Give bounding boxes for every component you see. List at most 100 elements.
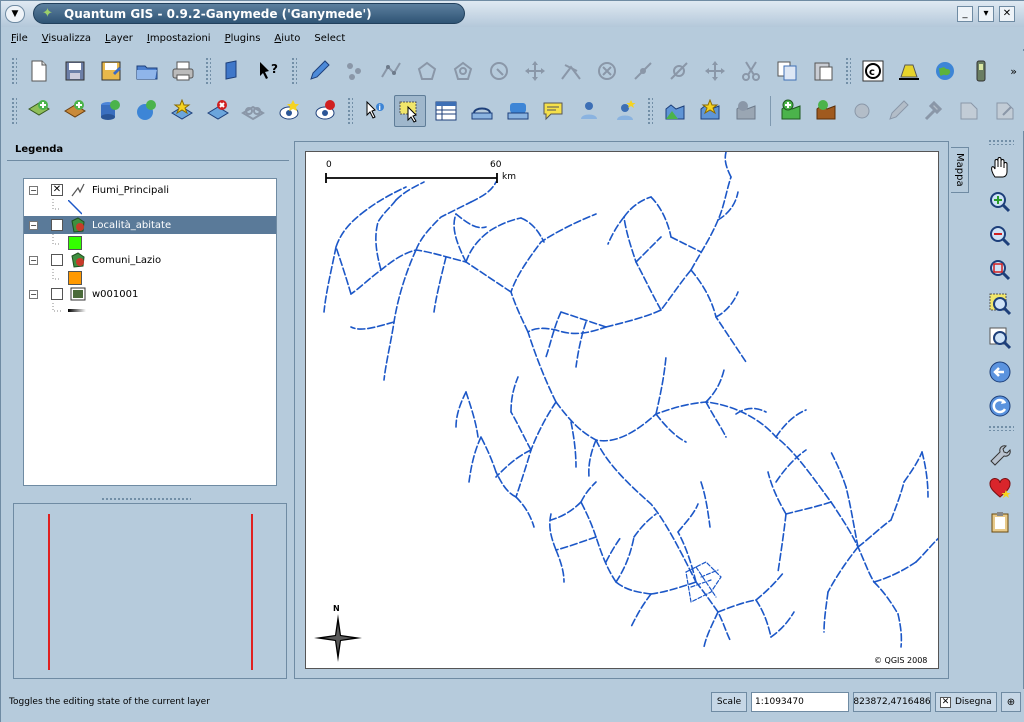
title-pill[interactable]: ✦ Quantum GIS - 0.9.2-Ganymede ('Ganymed… bbox=[33, 3, 465, 24]
maximize-button[interactable]: ▾ bbox=[978, 6, 994, 22]
save-icon bbox=[65, 61, 85, 81]
zoom-selection-button[interactable] bbox=[983, 287, 1017, 321]
close-button[interactable]: ✕ bbox=[999, 6, 1015, 22]
identify-features-button[interactable]: i bbox=[359, 95, 391, 127]
menu-select[interactable]: Select bbox=[314, 33, 345, 44]
map-tips-button[interactable] bbox=[537, 95, 569, 127]
menu-impostazioni[interactable]: Impostazioni bbox=[147, 33, 211, 44]
add-island-button[interactable] bbox=[483, 55, 515, 87]
back-arrow-icon bbox=[989, 361, 1011, 383]
overview-tool-7-button[interactable] bbox=[989, 95, 1021, 127]
print-button[interactable] bbox=[167, 55, 199, 87]
add-raster-layer-button[interactable] bbox=[59, 95, 91, 127]
render-checkbox[interactable]: ✕ bbox=[940, 696, 951, 708]
move-feature-button[interactable] bbox=[519, 55, 551, 87]
toolbar-grip[interactable] bbox=[205, 57, 211, 85]
overview-tool-3-button[interactable] bbox=[846, 95, 878, 127]
overview-tool-4-button[interactable] bbox=[882, 95, 914, 127]
show-bookmarks-button[interactable] bbox=[609, 95, 641, 127]
add-all-overview-button[interactable] bbox=[811, 95, 843, 127]
toolbar-grip[interactable] bbox=[845, 57, 851, 85]
panel-splitter-handle[interactable] bbox=[101, 497, 191, 501]
toolbar-grip[interactable] bbox=[291, 57, 297, 85]
zoom-in-button[interactable] bbox=[983, 185, 1017, 219]
toolbar-grip[interactable] bbox=[646, 97, 653, 125]
select-features-button[interactable] bbox=[394, 95, 427, 127]
map-canvas[interactable]: 0 60 km N © QGIS 2008 bbox=[305, 151, 939, 669]
new-bookmark-button[interactable] bbox=[573, 95, 605, 127]
clipboard-button[interactable] bbox=[983, 505, 1017, 539]
add-vector-layer-button[interactable] bbox=[23, 95, 55, 127]
menu-visualizza[interactable]: Visualizza bbox=[42, 33, 91, 44]
menu-plugins[interactable]: Plugins bbox=[225, 33, 261, 44]
paste-features-button[interactable] bbox=[807, 55, 839, 87]
menu-aiuto[interactable]: Aiuto bbox=[274, 33, 300, 44]
new-layer-feature-button[interactable] bbox=[694, 95, 726, 127]
scale-input[interactable] bbox=[751, 692, 849, 712]
add-postgis-layer-button[interactable] bbox=[94, 95, 126, 127]
new-project-button[interactable] bbox=[23, 55, 55, 87]
favourites-button[interactable] bbox=[983, 471, 1017, 505]
copy-features-button[interactable] bbox=[771, 55, 803, 87]
measure-line-button[interactable] bbox=[466, 95, 498, 127]
add-vertex-button[interactable] bbox=[627, 55, 659, 87]
toolbar-grip[interactable] bbox=[988, 139, 1014, 145]
capture-polygon-button[interactable] bbox=[411, 55, 443, 87]
scale-bar-icon bbox=[899, 64, 919, 80]
remove-feature-button[interactable] bbox=[730, 95, 762, 127]
hide-layer-button[interactable] bbox=[309, 95, 341, 127]
vector-tool-button[interactable] bbox=[659, 95, 691, 127]
toolbar-grip[interactable] bbox=[11, 57, 17, 85]
copyright-label-button[interactable]: c bbox=[857, 55, 889, 87]
add-wms-layer-button[interactable] bbox=[130, 95, 162, 127]
render-toggle[interactable]: ✕ Disegna bbox=[935, 692, 997, 712]
overview-map[interactable] bbox=[13, 503, 287, 679]
add-wms-button[interactable] bbox=[929, 55, 961, 87]
move-vertex-button[interactable] bbox=[699, 55, 731, 87]
legend-tab[interactable]: Legenda bbox=[7, 141, 257, 161]
remove-layer-button[interactable] bbox=[202, 95, 234, 127]
capture-line-button[interactable] bbox=[375, 55, 407, 87]
zoom-layer-button[interactable] bbox=[983, 321, 1017, 355]
save-as-button[interactable] bbox=[95, 55, 127, 87]
split-features-button[interactable] bbox=[555, 55, 587, 87]
capture-point-button[interactable] bbox=[339, 55, 371, 87]
pan-button[interactable] bbox=[983, 151, 1017, 185]
minimize-button[interactable]: _ bbox=[957, 6, 973, 22]
vector-layer-icon bbox=[665, 104, 684, 120]
show-all-layers-button[interactable] bbox=[237, 95, 269, 127]
toolbar-overflow-icon[interactable]: » bbox=[1010, 65, 1017, 78]
scale-bar-button[interactable] bbox=[893, 55, 925, 87]
refresh-button[interactable] bbox=[983, 389, 1017, 423]
overview-tool-5-button[interactable] bbox=[918, 95, 950, 127]
help-contents-button[interactable] bbox=[217, 55, 249, 87]
plugin-manager-button[interactable] bbox=[983, 437, 1017, 471]
whats-this-button[interactable]: ? bbox=[253, 55, 285, 87]
add-to-overview-button[interactable] bbox=[775, 95, 807, 127]
overview-tool-6-button[interactable] bbox=[954, 95, 986, 127]
measure-area-button[interactable] bbox=[502, 95, 534, 127]
toolbar-grip[interactable] bbox=[346, 97, 353, 125]
menu-file[interactable]: File bbox=[11, 33, 28, 44]
toggle-editing-button[interactable] bbox=[303, 55, 335, 87]
window-menu-button[interactable]: ▼ bbox=[5, 5, 25, 23]
zoom-out-button[interactable] bbox=[983, 219, 1017, 253]
delete-vertex-button[interactable] bbox=[663, 55, 695, 87]
add-ring-button[interactable] bbox=[447, 55, 479, 87]
cut-features-button[interactable] bbox=[735, 55, 767, 87]
zoom-full-button[interactable] bbox=[983, 253, 1017, 287]
open-attribute-table-button[interactable] bbox=[430, 95, 462, 127]
heart-icon bbox=[989, 477, 1011, 498]
zoom-last-button[interactable] bbox=[983, 355, 1017, 389]
map-tab[interactable]: Mappa bbox=[951, 147, 969, 193]
show-layer-button[interactable] bbox=[273, 95, 305, 127]
toolbar-grip[interactable] bbox=[11, 97, 17, 125]
new-vector-layer-button[interactable] bbox=[166, 95, 198, 127]
menu-layer[interactable]: Layer bbox=[105, 33, 133, 44]
toolbar-grip[interactable] bbox=[988, 425, 1014, 431]
delete-selected-button[interactable] bbox=[591, 55, 623, 87]
save-project-button[interactable] bbox=[59, 55, 91, 87]
gps-tools-button[interactable] bbox=[965, 55, 997, 87]
open-project-button[interactable] bbox=[131, 55, 163, 87]
projection-button[interactable]: ⊕ bbox=[1001, 692, 1021, 712]
